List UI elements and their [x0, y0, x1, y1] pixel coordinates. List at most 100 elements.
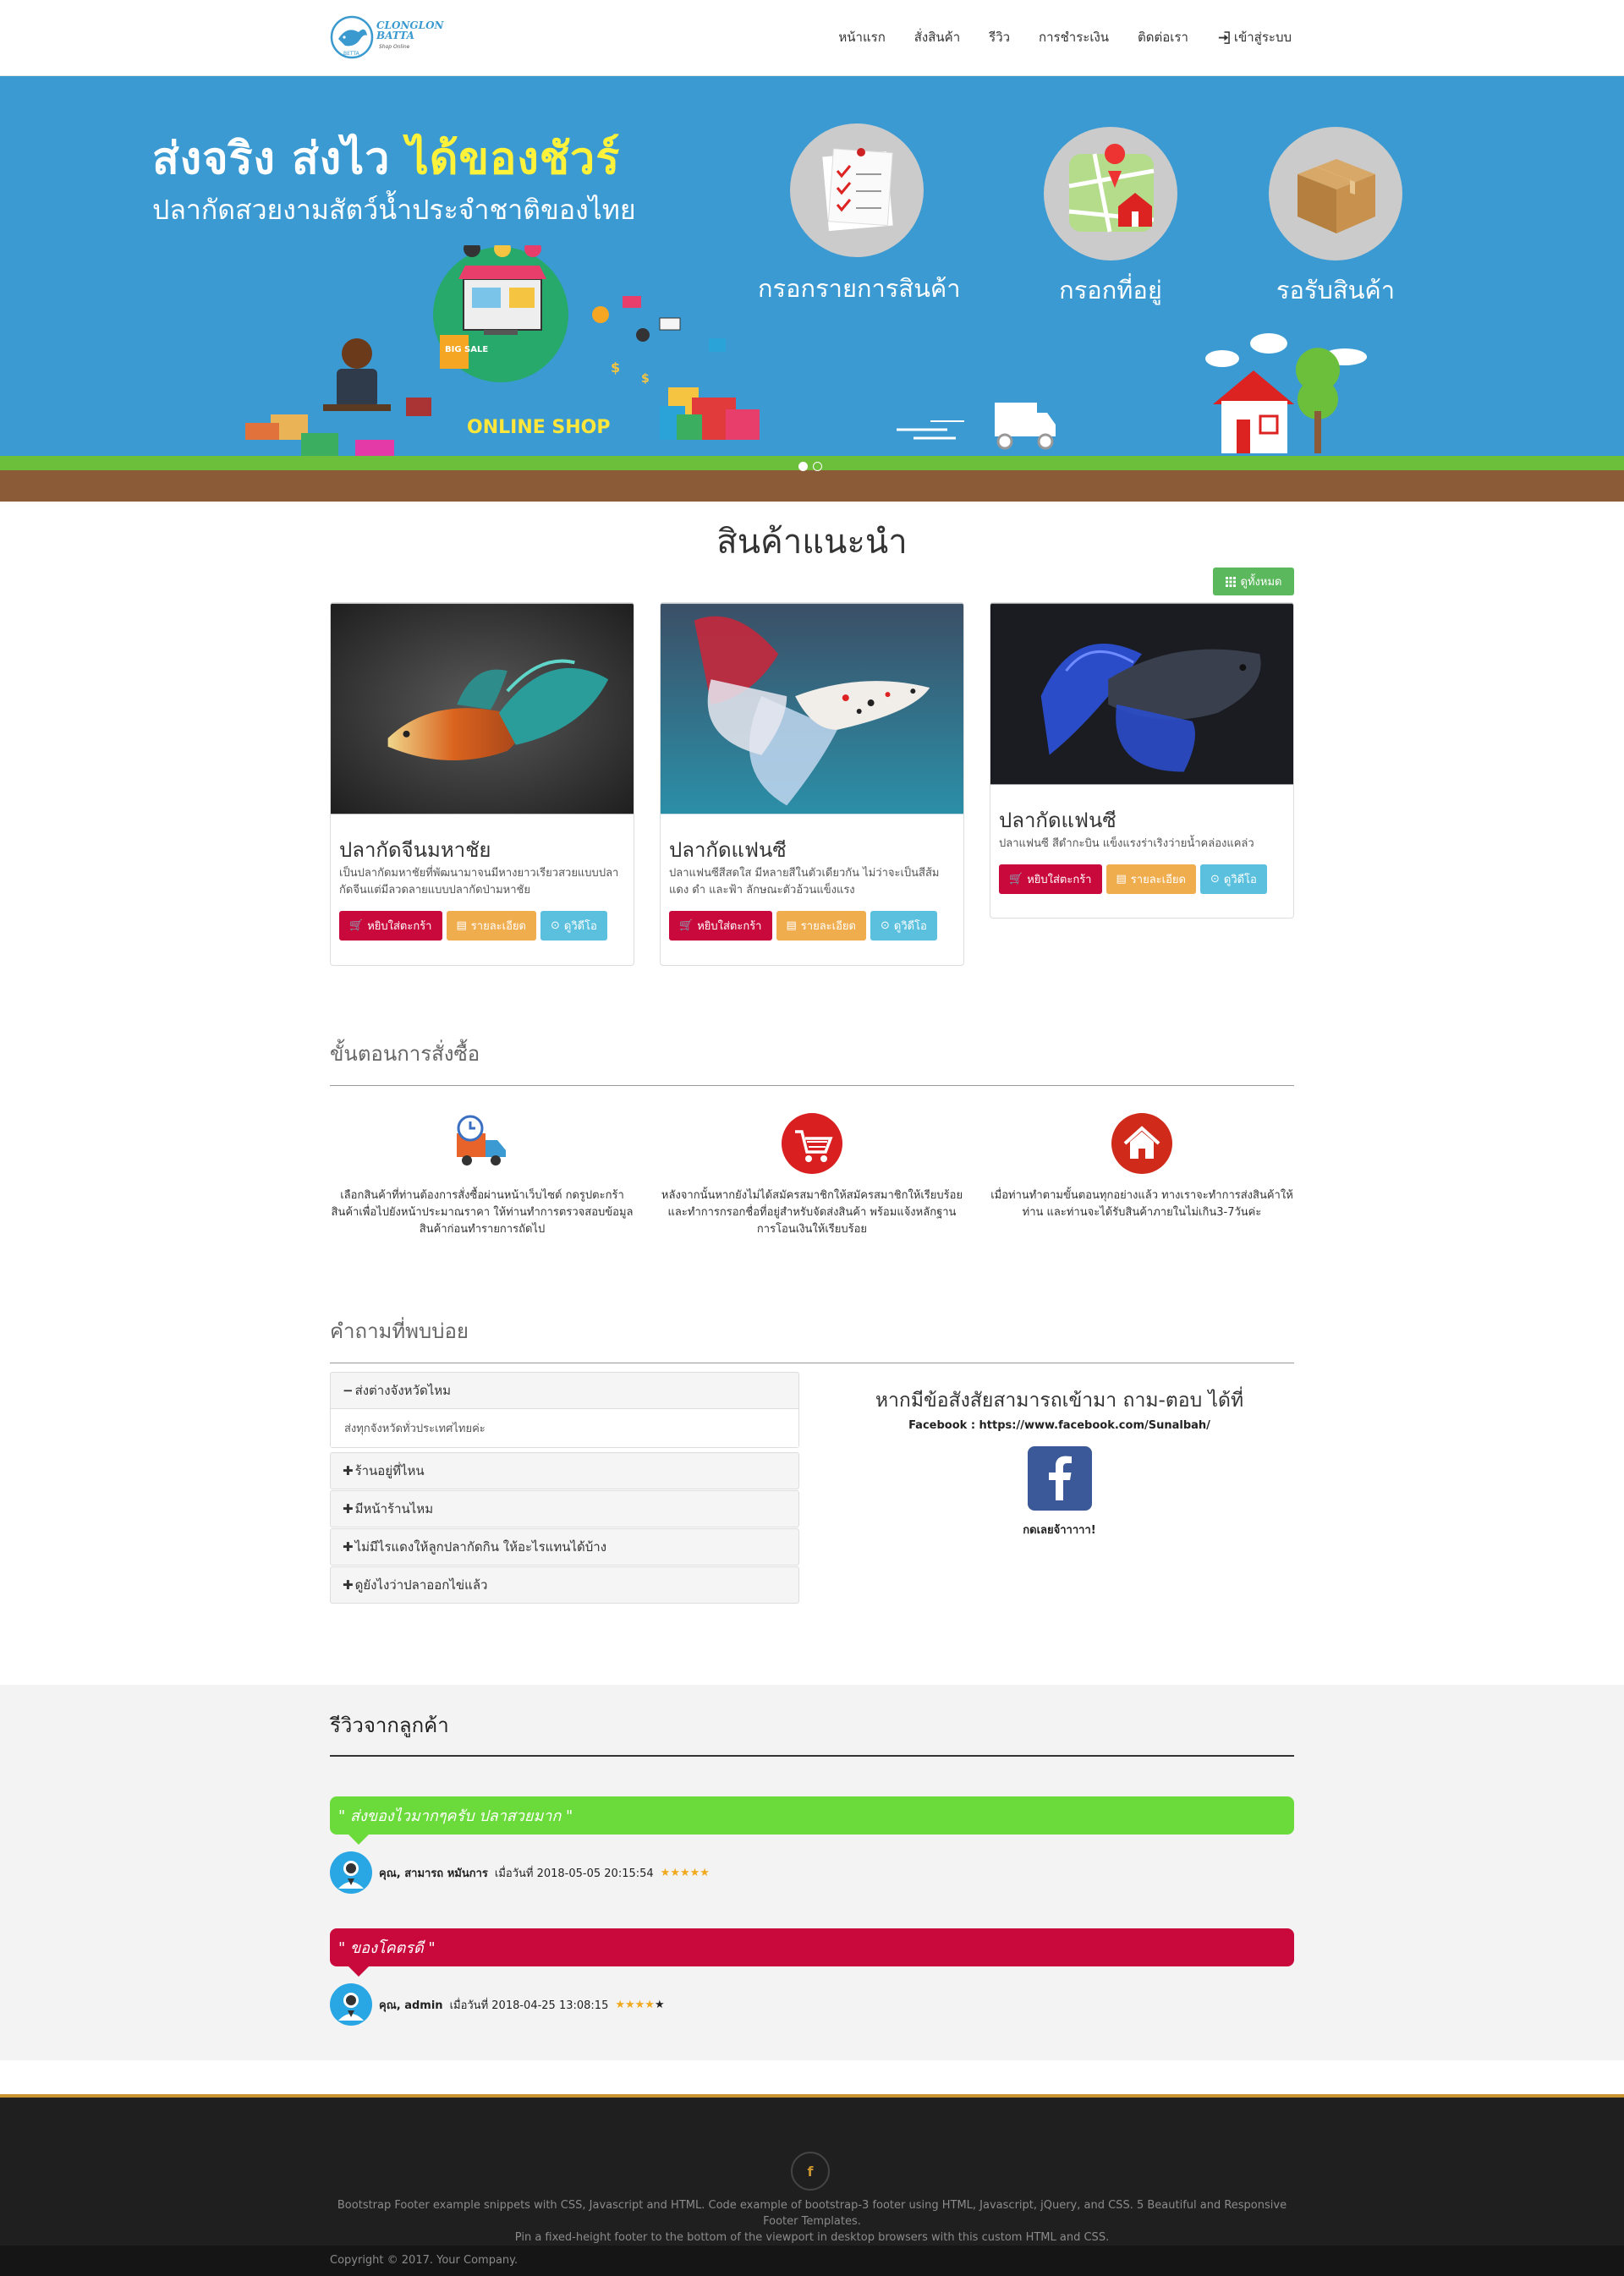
- play-circle-icon: ⊙: [880, 919, 890, 932]
- add-to-cart-button[interactable]: 🛒 หยิบใส่ตะกร้า: [669, 911, 772, 941]
- nav-login[interactable]: เข้าสู่ระบบ: [1217, 27, 1292, 47]
- footer-text-line-2: Pin a fixed-height footer to the bottom …: [514, 2231, 1110, 2244]
- detail-label: รายละเอียด: [470, 920, 526, 933]
- cart-icon: 🛒: [679, 919, 694, 932]
- add-to-cart-button[interactable]: 🛒 หยิบใส่ตะกร้า: [339, 911, 442, 941]
- product-image-2[interactable]: [661, 603, 963, 814]
- detail-button[interactable]: ▤ รายละเอียด: [1106, 864, 1196, 894]
- bubble-tail: [348, 1966, 369, 1977]
- add-to-cart-button[interactable]: 🛒 หยิบใส่ตะกร้า: [999, 864, 1102, 894]
- rating-stars: ★★★★★: [615, 1998, 665, 2011]
- online-shop-illustration: BIG SALE ONLINE SHOP $ $: [245, 245, 760, 457]
- navbar: BETTA CLONGLON BATTA Shop Online หน้าแรก…: [0, 0, 1624, 76]
- view-all-label: ดูทั้งหมด: [1240, 576, 1282, 589]
- list-icon: ▤: [456, 919, 467, 932]
- faq-item-1[interactable]: − ส่งต่างจังหวัดไหม ส่งทุกจังหวัดทั่วประ…: [330, 1372, 799, 1448]
- hero-ground-soil: [0, 470, 1624, 502]
- site-logo[interactable]: BETTA CLONGLON BATTA Shop Online: [330, 14, 444, 64]
- order-steps-title: ขั้นตอนการสั่งซื้อ: [330, 1042, 480, 1066]
- product-image-1[interactable]: [331, 603, 634, 814]
- order-step-text-2: หลังจากนั้นหากยังไม่ได้สมัครสมาชิกให้สมั…: [661, 1189, 963, 1236]
- footer-text: Bootstrap Footer example snippets with C…: [330, 2197, 1294, 2246]
- order-step-3: เมื่อท่านทำตามขั้นตอนทุกอย่างแล้ว ทางเรา…: [990, 1113, 1294, 1221]
- facebook-icon[interactable]: [1028, 1446, 1092, 1511]
- faq-question-text: ดูยังไงว่าปลาออกไข่แล้ว: [354, 1577, 488, 1593]
- hero-step-label-2: กรอกที่อยู่: [1059, 276, 1162, 304]
- faq-question[interactable]: ✚ ร้านอยู่ที่ไหน: [331, 1453, 798, 1489]
- hero-title-white: ส่งจริง ส่งไว: [152, 134, 391, 184]
- avatar: [330, 1851, 372, 1894]
- list-icon: ▤: [1116, 873, 1127, 886]
- review-quote-2: " ของโคตรดี ": [330, 1928, 1294, 1977]
- faq-item-3[interactable]: ✚ มีหน้าร้านไหม: [330, 1490, 799, 1527]
- review-quote-text: " ของโคตรดี ": [338, 1939, 436, 1957]
- nav-links: หน้าแรก สั่งสินค้า รีวิว การชำระเงิน ติด…: [838, 27, 1292, 47]
- hero-banner: ส่งจริง ส่งไว ได้ของชัวร์ ปลากัดสวยงามสั…: [0, 76, 1624, 502]
- hero-step-circle-address: [1044, 127, 1177, 261]
- video-label: ดูวิดีโอ: [563, 920, 597, 933]
- view-all-button[interactable]: ดูทั้งหมด: [1213, 568, 1294, 595]
- product-name-3: ปลากัดแฟนซี: [999, 809, 1116, 832]
- logo-text: CLONGLON BATTA: [376, 19, 444, 41]
- plus-icon: ✚: [343, 1501, 354, 1516]
- carousel-dot-1[interactable]: [798, 462, 808, 471]
- nav-contact[interactable]: ติดต่อเรา: [1138, 27, 1188, 47]
- carousel-dot-2[interactable]: [813, 462, 822, 471]
- review-meta-2: คุณ, admin เมื่อวันที่ 2018-04-25 13:08:…: [330, 1983, 665, 2026]
- cart-icon: 🛒: [1009, 873, 1023, 886]
- product-desc-3: ปลาแฟนซี สีดำกะบิน แข็งแรงร่าเริงว่ายน้ำ…: [999, 837, 1254, 850]
- faq-title: คำถามที่พบบ่อย: [330, 1319, 469, 1343]
- video-button[interactable]: ⊙ ดูวิดีโอ: [540, 911, 607, 941]
- facebook-link-text[interactable]: Facebook : https://www.facebook.com/Suna…: [846, 1419, 1273, 1432]
- video-button[interactable]: ⊙ ดูวิดีโอ: [1199, 864, 1267, 894]
- faq-item-5[interactable]: ✚ ดูยังไงว่าปลาออกไข่แล้ว: [330, 1566, 799, 1604]
- faq-item-4[interactable]: ✚ ไม่มีไรแดงให้ลูกปลากัดกิน ให้อะไรแทนได…: [330, 1528, 799, 1566]
- avatar: [330, 1983, 372, 2026]
- reviewer-name: คุณ, admin: [379, 1999, 443, 2012]
- nav-order[interactable]: สั่งสินค้า: [914, 27, 960, 47]
- hero-step-label-3: รอรับสินค้า: [1276, 276, 1396, 304]
- reviews-title: รีวิวจากลูกค้า: [330, 1714, 449, 1737]
- product-card-1: ปลากัดจีนมหาชัย เป็นปลากัดมหาชัยที่พัฒนา…: [330, 602, 634, 966]
- online-shop-label: ONLINE SHOP: [467, 417, 611, 438]
- logo-subtext: Shop Online: [379, 44, 410, 50]
- hero-subtitle: ปลากัดสวยงามสัตว์น้ำประจำชาติของไทย: [152, 194, 636, 226]
- nav-home[interactable]: หน้าแรก: [838, 27, 885, 47]
- hero-step-circle-list: [790, 123, 924, 257]
- nav-reviews[interactable]: รีวิว: [989, 27, 1010, 47]
- copyright: Copyright © 2017. Your Company.: [330, 2254, 518, 2267]
- nav-login-label: เข้าสู่ระบบ: [1233, 30, 1292, 45]
- nav-payment[interactable]: การชำระเงิน: [1039, 27, 1109, 47]
- product-card-3: ปลากัดแฟนซี ปลาแฟนซี สีดำกะบิน แข็งแรงร่…: [990, 602, 1294, 919]
- review-date: เมื่อวันที่ 2018-05-05 20:15:54: [494, 1867, 654, 1880]
- review-date: เมื่อวันที่ 2018-04-25 13:08:15: [449, 1999, 609, 2012]
- reviews-section: [0, 1685, 1624, 2060]
- divider: [330, 1755, 1294, 1757]
- footer: f Bootstrap Footer example snippets with…: [0, 2094, 1624, 2276]
- product-image-3[interactable]: [990, 603, 1293, 785]
- faq-question[interactable]: ✚ มีหน้าร้านไหม: [331, 1491, 798, 1527]
- order-step-1: เลือกสินค้าที่ท่านต้องการสั่งซื้อผ่านหน้…: [330, 1113, 634, 1238]
- product-name-1: ปลากัดจีนมหาชัย: [339, 838, 491, 862]
- plus-icon: ✚: [343, 1463, 354, 1478]
- product-desc-1: เป็นปลากัดมหาชัยที่พัฒนามาจนมีหางยาวเรีย…: [339, 867, 619, 897]
- faq-question[interactable]: − ส่งต่างจังหวัดไหม: [331, 1373, 798, 1408]
- play-circle-icon: ⊙: [1210, 873, 1220, 886]
- facebook-cta[interactable]: กดเลยจ้าาาาา!: [846, 1521, 1273, 1538]
- home-icon: [1111, 1113, 1172, 1174]
- delivery-truck-icon: [452, 1113, 513, 1174]
- detail-button[interactable]: ▤ รายละเอียด: [446, 911, 536, 941]
- plus-icon: ✚: [343, 1577, 354, 1593]
- add-to-cart-label: หยิบใส่ตะกร้า: [697, 920, 762, 933]
- faq-question-text: ร้านอยู่ที่ไหน: [354, 1463, 425, 1478]
- faq-item-2[interactable]: ✚ ร้านอยู่ที่ไหน: [330, 1452, 799, 1489]
- video-button[interactable]: ⊙ ดูวิดีโอ: [870, 911, 937, 941]
- minus-icon: −: [343, 1383, 354, 1398]
- product-desc-2: ปลาแฟนซีสีสดใส มีหลายสีในตัวเดียวกัน ไม่…: [669, 867, 940, 897]
- faq-question[interactable]: ✚ ไม่มีไรแดงให้ลูกปลากัดกิน ให้อะไรแทนได…: [331, 1529, 798, 1565]
- review-meta-1: คุณ, สามารถ หมันการ เมื่อวันที่ 2018-05-…: [330, 1851, 710, 1894]
- footer-facebook-icon[interactable]: f: [791, 2152, 830, 2191]
- faq-question[interactable]: ✚ ดูยังไงว่าปลาออกไข่แล้ว: [331, 1567, 798, 1603]
- svg-text:BETTA: BETTA: [343, 51, 360, 57]
- detail-button[interactable]: ▤ รายละเอียด: [776, 911, 866, 941]
